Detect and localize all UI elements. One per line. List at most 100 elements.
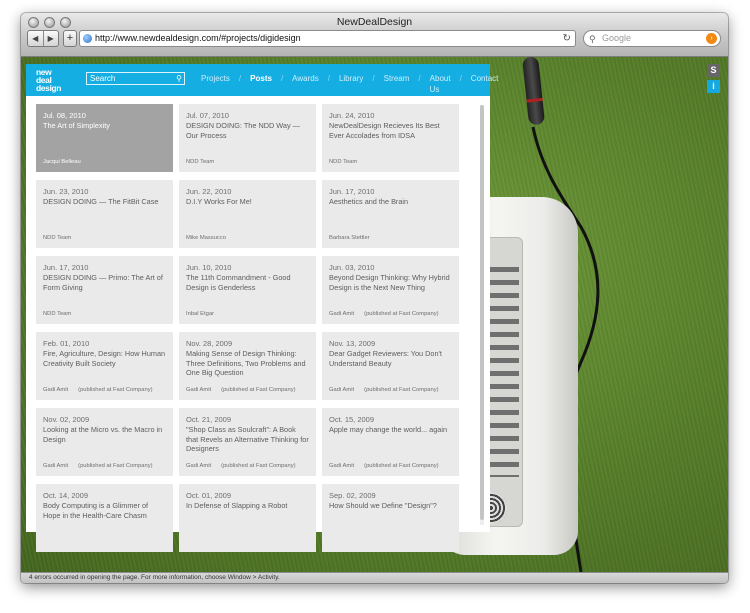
site-search-placeholder: Search [90,74,116,83]
post-card[interactable]: Nov. 13, 2009 Dear Gadget Reviewers: You … [322,332,459,400]
post-byline: Gadi Amit (published at Fast Company) [329,463,439,470]
post-date: Jun. 10, 2010 [186,263,232,272]
nav-separator: / [280,74,284,83]
post-date: Jun. 03, 2010 [329,263,375,272]
post-source-note: (published at Fast Company) [364,387,439,393]
nav-item-awards[interactable]: Awards [292,73,319,95]
post-author: Gadi Amit [186,387,212,393]
title-bar: NewDealDesign ◀ ▶ + http://www.newdealde… [21,13,728,57]
browser-search-field[interactable]: ⚲ Google › [583,30,721,47]
post-date: Feb. 01, 2010 [43,339,90,348]
post-author: Gadi Amit [329,463,355,469]
post-title: Body Computing is a Glimmer of Hope in t… [43,501,149,520]
nav-separator: / [372,74,375,83]
post-title: Beyond Design Thinking: Why Hybrid Desig… [329,273,450,292]
post-card[interactable]: Jun. 17, 2010 Aesthetics and the Brain Bar… [322,180,459,248]
address-bar[interactable]: http://www.newdealdesign.com/#projects/d… [79,30,576,47]
add-bookmark-button[interactable]: + [63,30,77,47]
post-author: Gadi Amit [43,463,69,469]
post-card[interactable]: Nov. 28, 2009 Making Sense of Design Thin… [179,332,316,400]
site-panel: new deal design Search ⚲ Projects / Posts /… [26,64,498,552]
post-card[interactable]: Jul. 08, 2010 The Art of Simplexity Jacqui… [36,104,173,172]
post-title: Making Sense of Design Thinking: Three D… [186,349,306,377]
post-byline: NDD Team [186,159,224,166]
post-card[interactable]: Jun. 23, 2010 DESIGN DOING — The FitBit C… [36,180,173,248]
post-source-note: (published at Fast Company) [221,387,296,393]
post-byline: Gadi Amit (published at Fast Company) [43,463,153,470]
post-byline: NDD Team [329,159,367,166]
search-icon[interactable]: ⚲ [176,73,182,84]
nav-item-about-us[interactable]: About Us [430,73,451,95]
post-title: Fire, Agriculture, Design: How Human Cre… [43,349,166,368]
nav-item-library[interactable]: Library [339,73,363,95]
post-date: Jun. 23, 2010 [43,187,89,196]
post-byline [43,539,53,546]
post-byline: Gadi Amit (published at Fast Company) [43,387,153,394]
post-card[interactable]: Oct. 01, 2009 In Defense of Slapping a Ro… [179,484,316,552]
back-button[interactable]: ◀ [28,31,44,46]
post-byline: Jacqui Belleau [43,159,91,166]
site-logo[interactable]: new deal design [36,68,66,94]
post-source-note: (published at Fast Company) [364,311,439,317]
post-byline: NDD Team [43,311,81,318]
globe-icon [83,34,92,43]
post-author: Mike Massucco [186,235,226,241]
post-title: D.I.Y Works For Me! [186,197,252,206]
browser-search-placeholder: Google [602,33,632,43]
post-source-note: (published at Fast Company) [221,463,296,469]
site-search-input[interactable]: Search ⚲ [86,72,185,85]
post-author: NDD Team [43,311,72,317]
search-icon: ⚲ [589,34,596,44]
nav-item-stream[interactable]: Stream [384,73,410,95]
post-source-note: (published at Fast Company) [78,463,153,469]
post-card[interactable]: Jun. 10, 2010 The 11th Commandment - Good… [179,256,316,324]
post-author: Gadi Amit [186,463,212,469]
post-date: Nov. 13, 2009 [329,339,376,348]
forward-button[interactable]: ▶ [44,31,59,46]
post-card[interactable]: Jun. 24, 2010 NewDealDesign Recieves Its … [322,104,459,172]
post-card[interactable]: Jul. 07, 2010 DESIGN DOING: The NDD Way —… [179,104,316,172]
post-author: Barbara Stettler [329,235,370,241]
post-title: NewDealDesign Recieves Its Best Ever Acc… [329,121,440,140]
post-date: Jun. 24, 2010 [329,111,375,120]
scrollbar[interactable] [480,105,484,525]
post-card[interactable]: Nov. 02, 2009 Looking at the Micro vs. th… [36,408,173,476]
post-date: Jun. 17, 2010 [329,187,375,196]
post-card[interactable]: Jun. 17, 2010 DESIGN DOING — Primo: The A… [36,256,173,324]
post-date: Jul. 07, 2010 [186,111,229,120]
post-date: Oct. 21, 2009 [186,415,232,424]
post-title: Aesthetics and the Brain [329,197,409,206]
reload-icon[interactable]: ↻ [563,31,571,46]
post-byline: Mike Massucco [186,235,236,242]
nav-item-posts[interactable]: Posts [250,73,272,95]
browser-toolbar: ◀ ▶ + http://www.newdealdesign.com/#proj… [21,28,728,52]
rss-icon[interactable]: › [706,33,717,44]
post-card[interactable]: Jun. 22, 2010 D.I.Y Works For Me! Mike Mas… [179,180,316,248]
nav-item-projects[interactable]: Projects [201,73,230,95]
post-card[interactable]: Oct. 14, 2009 Body Computing is a Glimmer… [36,484,173,552]
post-title: In Defense of Slapping a Robot [186,501,288,510]
post-source-note: (published at Fast Company) [78,387,153,393]
nav-item-contact[interactable]: Contact [471,73,499,95]
info-icon[interactable]: i [707,80,720,93]
post-author: NDD Team [329,159,358,165]
browser-window: NewDealDesign ◀ ▶ + http://www.newdealde… [21,13,728,583]
nav-separator: / [459,74,462,83]
page-viewport: S i new deal design Search ⚲ Projects / Po… [21,57,728,572]
post-card[interactable]: Oct. 21, 2009 "Shop Class as Soulcraft": … [179,408,316,476]
post-card[interactable]: Feb. 01, 2010 Fire, Agriculture, Design: … [36,332,173,400]
scrollbar-thumb[interactable] [480,105,484,520]
s-badge[interactable]: S [707,64,720,77]
post-card[interactable]: Oct. 15, 2009 Apple may change the world.… [322,408,459,476]
post-date: Jun. 17, 2010 [43,263,89,272]
post-date: Oct. 14, 2009 [43,491,89,500]
post-byline [329,539,339,546]
site-nav: Projects / Posts / Awards / Library / Stream / Abo… [201,73,507,95]
post-author: Gadi Amit [43,387,69,393]
post-card[interactable]: Jun. 03, 2010 Beyond Design Thinking: Why… [322,256,459,324]
post-title: The 11th Commandment - Good Design is Ge… [186,273,291,292]
address-text: http://www.newdealdesign.com/#projects/d… [95,33,301,43]
post-date: Oct. 01, 2009 [186,491,232,500]
post-byline: Gadi Amit (published at Fast Company) [186,387,296,394]
post-card[interactable]: Sep. 02, 2009 How Should we Define "Desig… [322,484,459,552]
